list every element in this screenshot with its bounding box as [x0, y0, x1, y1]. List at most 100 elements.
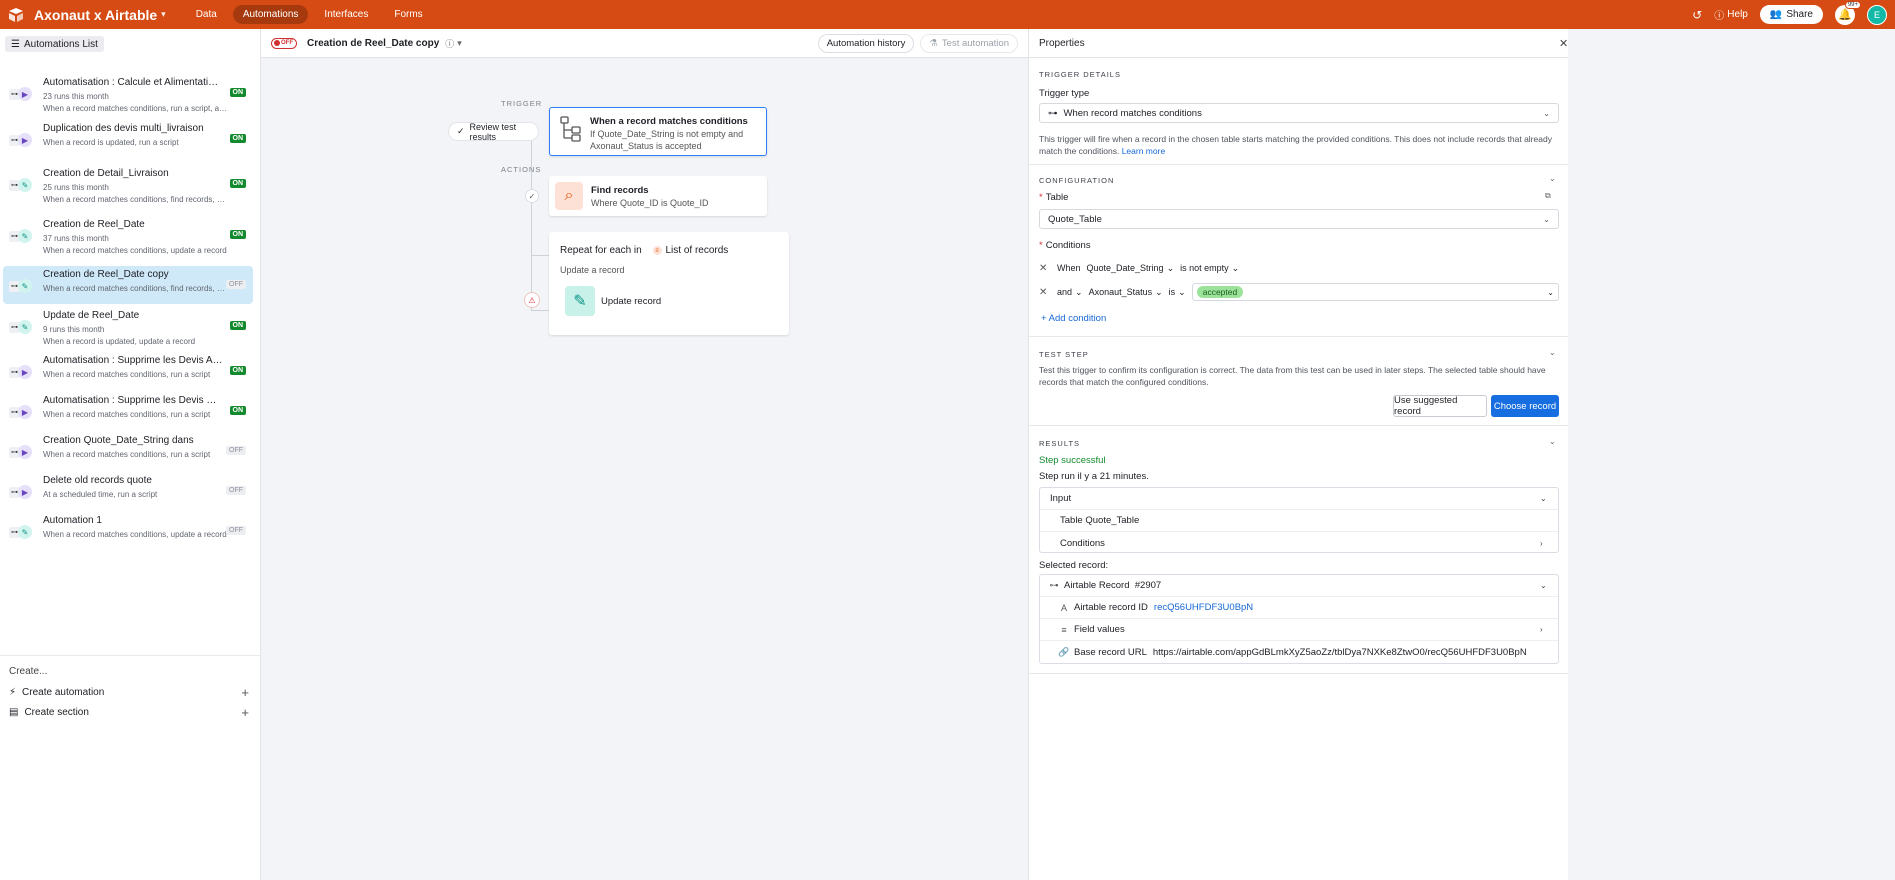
automation-list-item[interactable]: ⊶ ✎ Creation de Reel_Date 37 runs this mont…	[3, 216, 253, 255]
step-successful-text: Step successful	[1039, 455, 1106, 466]
condition-operator-select[interactable]: is ⌄	[1169, 287, 1186, 298]
automation-item-sub: 37 runs this month	[43, 234, 109, 243]
properties-header: Properties	[1029, 29, 1569, 58]
properties-title: Properties	[1039, 37, 1085, 49]
record-header-row[interactable]: ⊶ Airtable Record #2907 ⌄	[1040, 575, 1558, 597]
chevron-down-icon[interactable]: ▾	[457, 38, 462, 49]
automation-list-item[interactable]: ⊶ ✎ Update de Reel_Date 9 runs this month Wh…	[3, 307, 253, 346]
automation-list-item[interactable]: ⊶ ▶ Delete old records quote At a scheduled…	[3, 472, 253, 510]
nav-interfaces[interactable]: Interfaces	[314, 5, 378, 24]
share-button[interactable]: 👥 Share	[1759, 5, 1823, 24]
automation-list-item[interactable]: ⊶ ▶ Creation Quote_Date_String dans When a …	[3, 432, 253, 470]
automation-item-sub: When a record matches conditions, run a …	[43, 104, 228, 113]
collapse-chevron-icon[interactable]: ⌄	[1549, 348, 1556, 357]
automation-list-item[interactable]: ⊶ ▶ Automatisation : Supprime les Devis Re…	[3, 392, 253, 430]
base-url-value[interactable]: https://airtable.com/appGdBLmkXyZ5aoZz/t…	[1153, 647, 1527, 658]
close-icon[interactable]: ✕	[1559, 37, 1568, 50]
input-box: Input ⌄ Table Quote_Table Conditions ›	[1039, 487, 1559, 553]
plus-icon[interactable]: +	[241, 685, 249, 700]
nav-data[interactable]: Data	[186, 5, 227, 24]
automation-item-sub: 23 runs this month	[43, 92, 109, 101]
automation-item-sub: When a record matches conditions, update…	[43, 530, 227, 539]
base-name[interactable]: Axonaut x Airtable	[34, 7, 157, 23]
field-values-row[interactable]: ≡ Field values ›	[1040, 619, 1558, 641]
automation-list-item[interactable]: ⊶ ▶ Automatisation : Calcule et Alimentati…	[3, 74, 253, 113]
input-header-row[interactable]: Input ⌄	[1040, 488, 1558, 510]
configuration-title: CONFIGURATION	[1039, 176, 1115, 185]
chevron-down-icon: ⌄	[1178, 286, 1186, 297]
collapse-chevron-icon[interactable]: ⌄	[1549, 437, 1556, 446]
table-select-value: Quote_Table	[1048, 213, 1102, 225]
automation-item-title: Automatisation : Supprime les Devis Acce…	[43, 355, 223, 366]
status-badge: ON	[229, 134, 246, 143]
repeat-title: Repeat for each in	[560, 245, 642, 256]
automation-item-title: Duplication des devis multi_livraison	[43, 123, 204, 134]
automation-list-item[interactable]: ⊶ ▶ Automatisation : Supprime les Devis Ac…	[3, 352, 253, 390]
chevron-down-icon: ⌄	[1547, 287, 1554, 297]
nav-forms[interactable]: Forms	[384, 5, 432, 24]
find-records-card[interactable]: ⌕ Find records Where Quote_ID is Quote_I…	[549, 176, 767, 216]
condition-operator-select[interactable]: is not empty ⌄	[1180, 263, 1239, 274]
remove-condition-icon[interactable]: ✕	[1039, 287, 1051, 298]
help-icon: ⓘ	[1714, 11, 1725, 22]
condition-conjunction-select[interactable]: and ⌄	[1057, 287, 1083, 298]
automations-list-button[interactable]: ☰ Automations List	[5, 36, 104, 52]
user-avatar[interactable]: E	[1867, 4, 1887, 25]
automation-list-item[interactable]: ⊶ ✎ Creation de Detail_Livraison 25 runs th…	[3, 165, 253, 204]
history-icon[interactable]: ↺	[1692, 8, 1702, 22]
find-sub: Where Quote_ID is Quote_ID	[591, 198, 709, 208]
info-icon[interactable]: ⓘ	[445, 37, 454, 50]
share-users-icon: 👥	[1769, 9, 1783, 20]
choose-record-button[interactable]: Choose record	[1491, 395, 1559, 417]
collapse-chevron-icon[interactable]: ⌄	[1549, 174, 1556, 183]
automation-toggle[interactable]: OFF	[271, 37, 297, 49]
nav-automations[interactable]: Automations	[232, 5, 309, 24]
automation-name[interactable]: Creation de Reel_Date copy	[307, 38, 439, 49]
status-badge: ON	[229, 179, 246, 188]
base-url-row: 🔗 Base record URL https://airtable.com/app…	[1040, 641, 1558, 663]
repeat-group-card[interactable]: Repeat for each in ≡ List of records Upda…	[549, 232, 789, 335]
automation-list-item[interactable]: ⊶ ✎ Automation 1 When a record matches cond…	[3, 512, 253, 550]
plus-icon[interactable]: +	[241, 705, 249, 720]
automations-sidebar: ☰ Automations List ⊶ ▶ Automatisation : Cal…	[0, 29, 261, 880]
use-suggested-record-button[interactable]: Use suggested record	[1393, 395, 1487, 417]
airtable-logo-icon[interactable]	[8, 7, 24, 23]
help-button[interactable]: ⓘ Help	[1714, 7, 1748, 22]
chevron-down-icon: ⌄	[1540, 494, 1547, 503]
table-select[interactable]: Quote_Table ⌄	[1039, 209, 1559, 229]
condition-field-select[interactable]: Quote_Date_String ⌄	[1087, 263, 1175, 274]
record-id-value[interactable]: recQ56UHFDF3U0BpN	[1154, 602, 1253, 613]
repeat-header: Repeat for each in ≡ List of records	[560, 245, 728, 256]
input-conditions-row[interactable]: Conditions ›	[1040, 532, 1558, 554]
trigger-card[interactable]: When a record matches conditions If Quot…	[549, 107, 767, 156]
remove-condition-icon[interactable]: ✕	[1039, 263, 1051, 274]
pencil-icon: ✎	[565, 286, 595, 316]
expand-icon[interactable]: ⧉	[1545, 191, 1551, 201]
test-automation-button[interactable]: ⚗ Test automation	[920, 33, 1018, 53]
automation-list-item[interactable]: ⊶ ✎ Creation de Reel_Date copy When a recor…	[3, 266, 253, 304]
warning-icon[interactable]: ⚠	[524, 292, 540, 308]
condition-field-select[interactable]: Axonaut_Status ⌄	[1089, 287, 1163, 298]
automation-history-button[interactable]: Automation history	[817, 33, 915, 53]
create-section-button[interactable]: ▤ Create section +	[9, 704, 249, 720]
step-run-time: Step run il y a 21 minutes.	[1039, 471, 1149, 482]
notifications-bell-icon[interactable]: 🔔 99+	[1835, 0, 1861, 25]
pencil-icon: ✎	[18, 279, 32, 293]
trigger-type-select[interactable]: ⊶ When record matches conditions ⌄	[1039, 103, 1559, 123]
play-icon: ▶	[18, 445, 32, 459]
trigger-label: TRIGGER	[501, 99, 543, 108]
automation-item-icons: ⊶ ▶	[9, 484, 35, 500]
step-check-icon: ✓	[525, 189, 539, 203]
add-condition-button[interactable]: + Add condition	[1041, 313, 1106, 324]
chevron-down-icon[interactable]: ▾	[161, 9, 166, 20]
condition-value-select[interactable]: accepted ⌄	[1191, 283, 1559, 301]
automation-list-item[interactable]: ⊶ ▶ Duplication des devis multi_livraison W…	[3, 120, 253, 158]
automation-item-icons: ⊶ ▶	[9, 132, 35, 148]
header-actions: Automation history ⚗ Test automation	[817, 33, 1018, 53]
review-test-results-button[interactable]: ✓ Review test results	[448, 122, 539, 142]
chevron-down-icon: ⌄	[1075, 286, 1083, 297]
selected-record-label: Selected record:	[1039, 560, 1109, 571]
create-automation-button[interactable]: ⚡ Create automation +	[9, 684, 249, 700]
learn-more-link[interactable]: Learn more	[1122, 146, 1165, 156]
update-record-title[interactable]: Update record	[601, 296, 661, 307]
